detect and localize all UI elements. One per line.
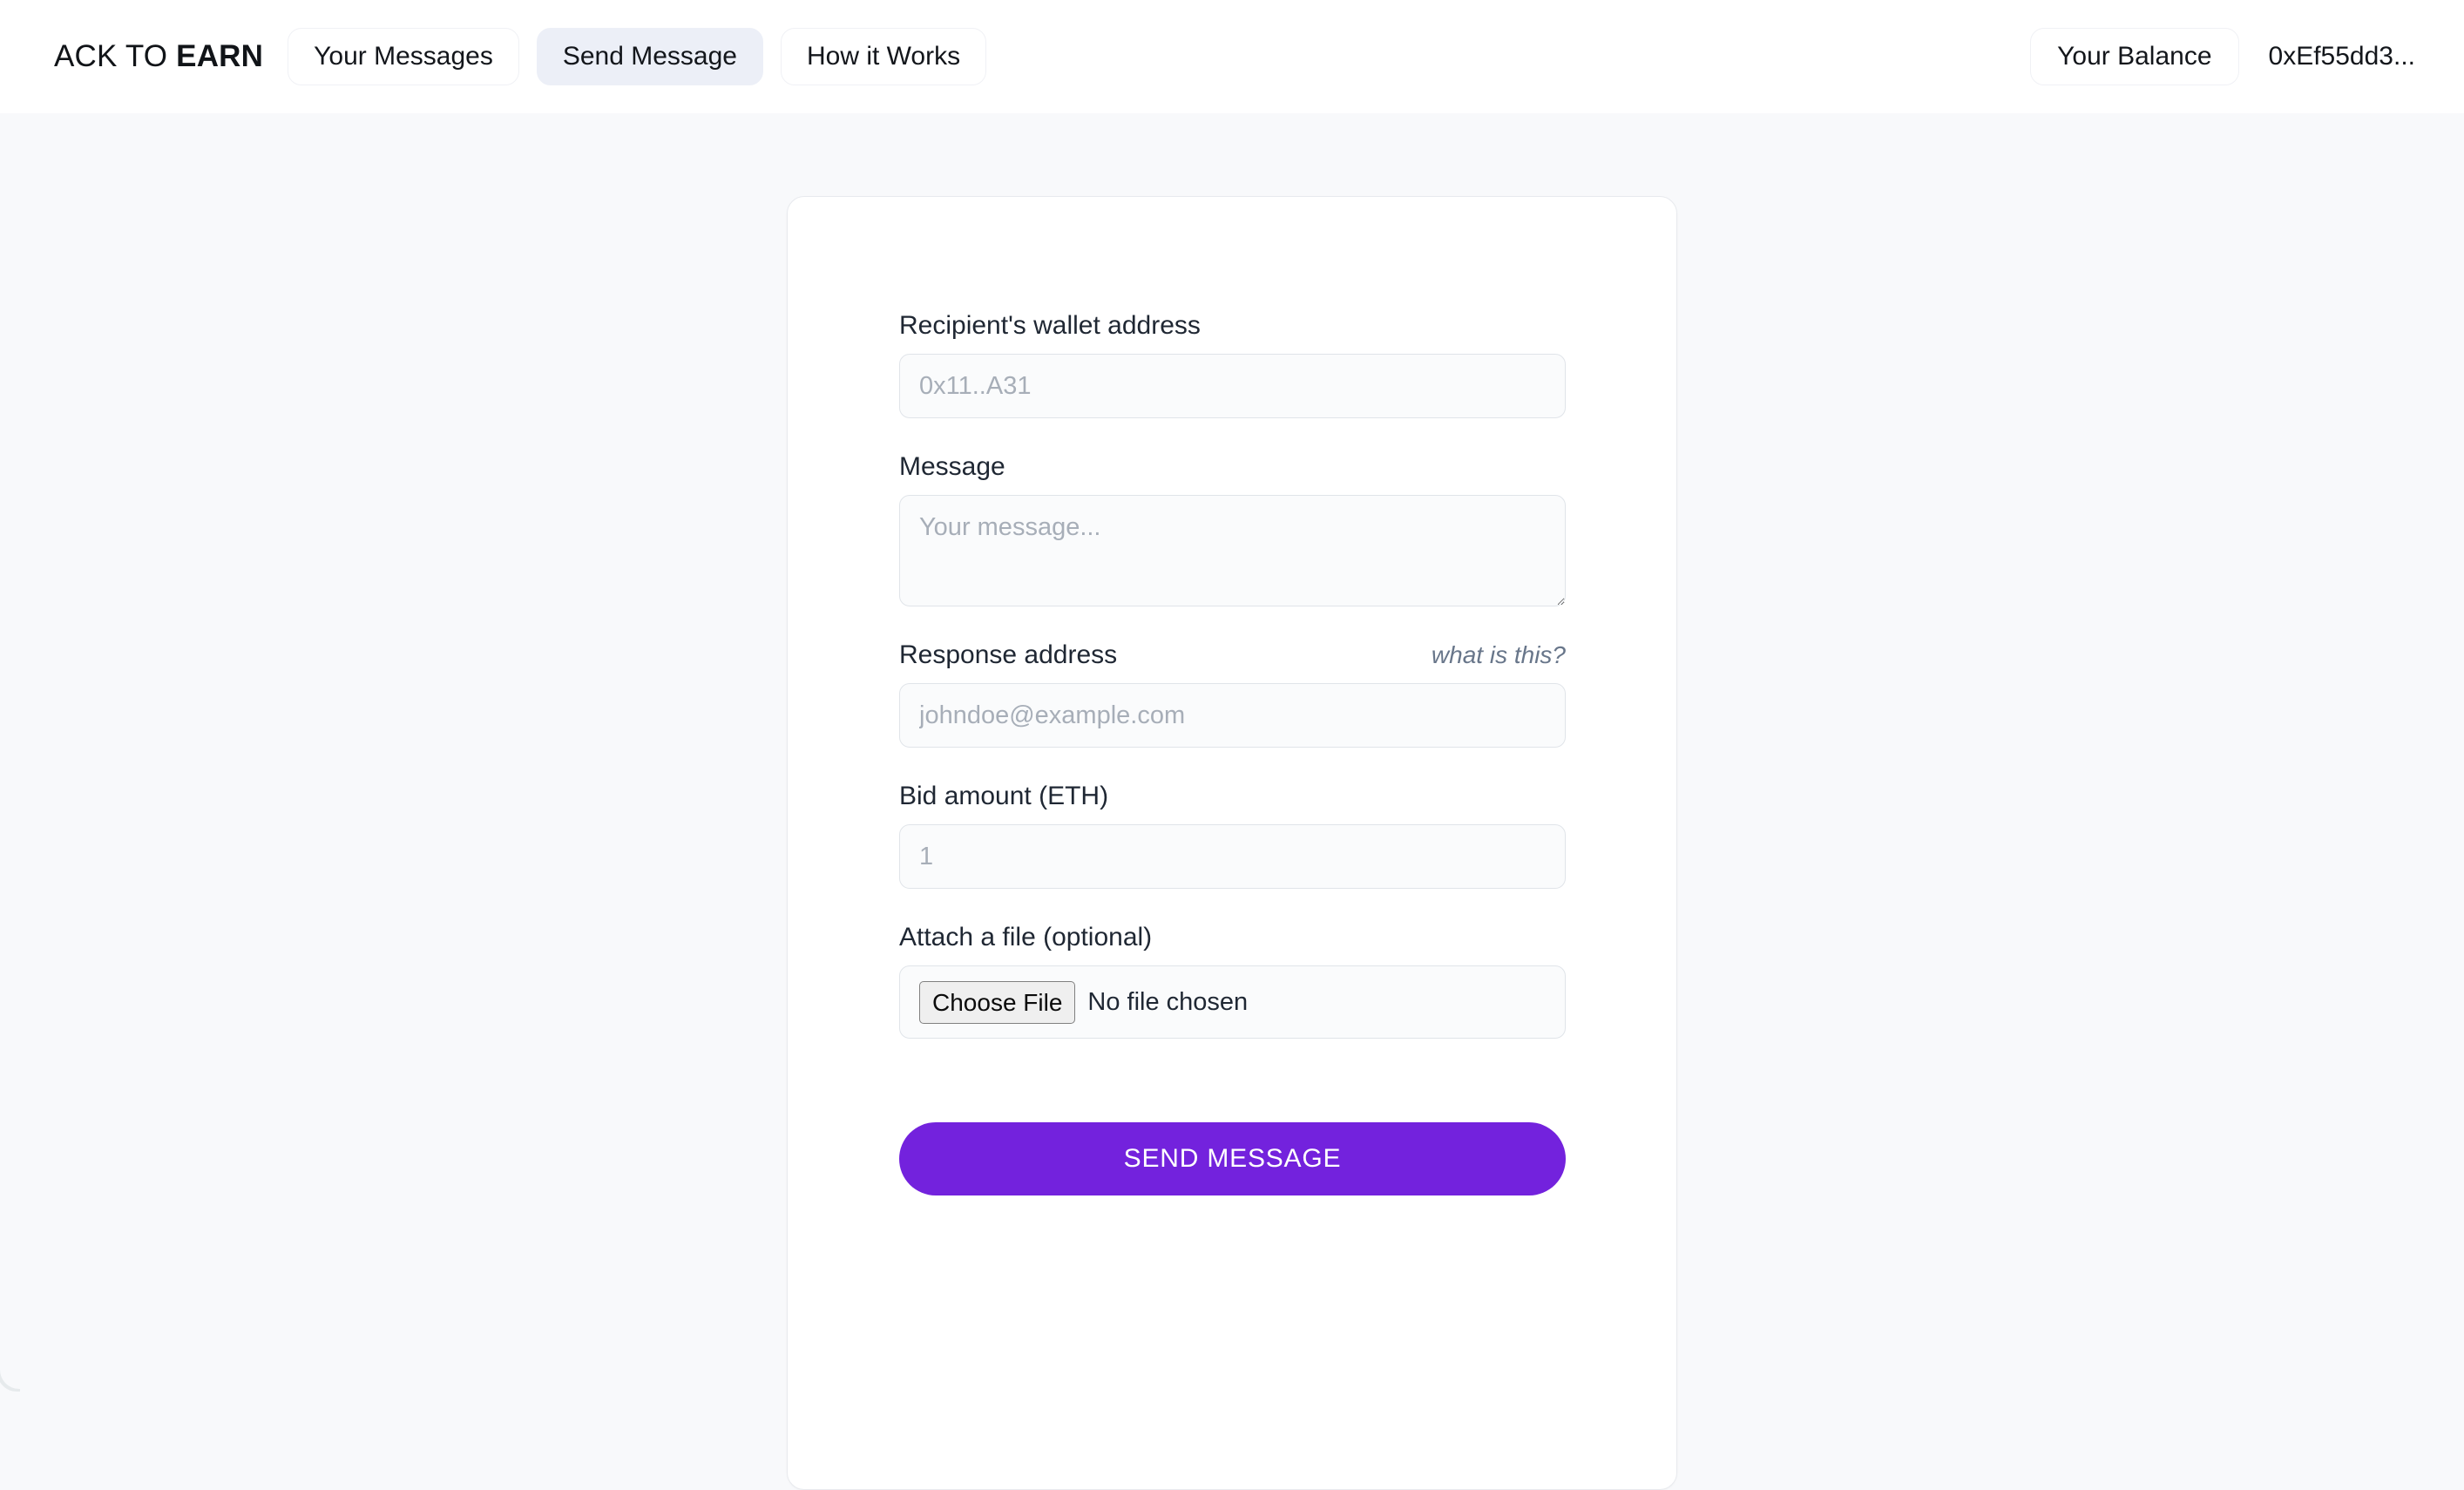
field-message: Message (899, 451, 1566, 606)
recipient-address-label: Recipient's wallet address (899, 311, 1201, 340)
field-attachment: Attach a file (optional) Choose File No … (899, 922, 1566, 1039)
response-address-label-row: Response address what is this? (899, 640, 1566, 671)
submit-row: SEND MESSAGE (899, 1122, 1566, 1195)
choose-file-button[interactable]: Choose File (919, 980, 1076, 1024)
send-message-card: Recipient's wallet address Message Respo… (787, 196, 1677, 1490)
tab-how-it-works[interactable]: How it Works (780, 28, 987, 85)
bid-amount-input[interactable] (899, 824, 1566, 889)
logo-strong-text: EARN (176, 39, 264, 73)
recipient-label-row: Recipient's wallet address (899, 310, 1566, 342)
attachment-label-row: Attach a file (optional) (899, 922, 1566, 953)
your-balance-button[interactable]: Your Balance (2030, 28, 2239, 85)
app-logo[interactable]: ACK TO EARN (54, 39, 263, 74)
message-label-row: Message (899, 451, 1566, 483)
bid-amount-label-row: Bid amount (ETH) (899, 781, 1566, 812)
attachment-label: Attach a file (optional) (899, 923, 1153, 952)
file-chosen-status: No file chosen (1087, 987, 1249, 1016)
field-response-address: Response address what is this? (899, 640, 1566, 748)
what-is-this-link[interactable]: what is this? (1432, 641, 1566, 669)
main-content: Recipient's wallet address Message Respo… (0, 113, 2464, 1490)
send-message-button[interactable]: SEND MESSAGE (899, 1122, 1566, 1195)
message-label: Message (899, 452, 1005, 481)
logo-prefix-text: ACK TO (54, 39, 177, 73)
message-textarea[interactable] (899, 495, 1566, 606)
response-address-label: Response address (899, 640, 1118, 669)
app-header: ACK TO EARN Your Messages Send Message H… (0, 0, 2464, 113)
response-address-input[interactable] (899, 683, 1566, 748)
bid-amount-label: Bid amount (ETH) (899, 782, 1109, 810)
recipient-address-input[interactable] (899, 354, 1566, 418)
tab-your-messages[interactable]: Your Messages (288, 28, 519, 85)
file-input-container[interactable]: Choose File No file chosen (899, 965, 1566, 1039)
field-recipient-address: Recipient's wallet address (899, 310, 1566, 418)
send-message-form: Recipient's wallet address Message Respo… (899, 310, 1566, 1195)
field-bid-amount: Bid amount (ETH) (899, 781, 1566, 889)
header-right-group: Your Balance 0xEf55dd3... (2030, 28, 2424, 85)
primary-nav: Your Messages Send Message How it Works (288, 28, 987, 85)
tab-send-message[interactable]: Send Message (536, 28, 763, 85)
wallet-address-label[interactable]: 0xEf55dd3... (2269, 42, 2424, 71)
